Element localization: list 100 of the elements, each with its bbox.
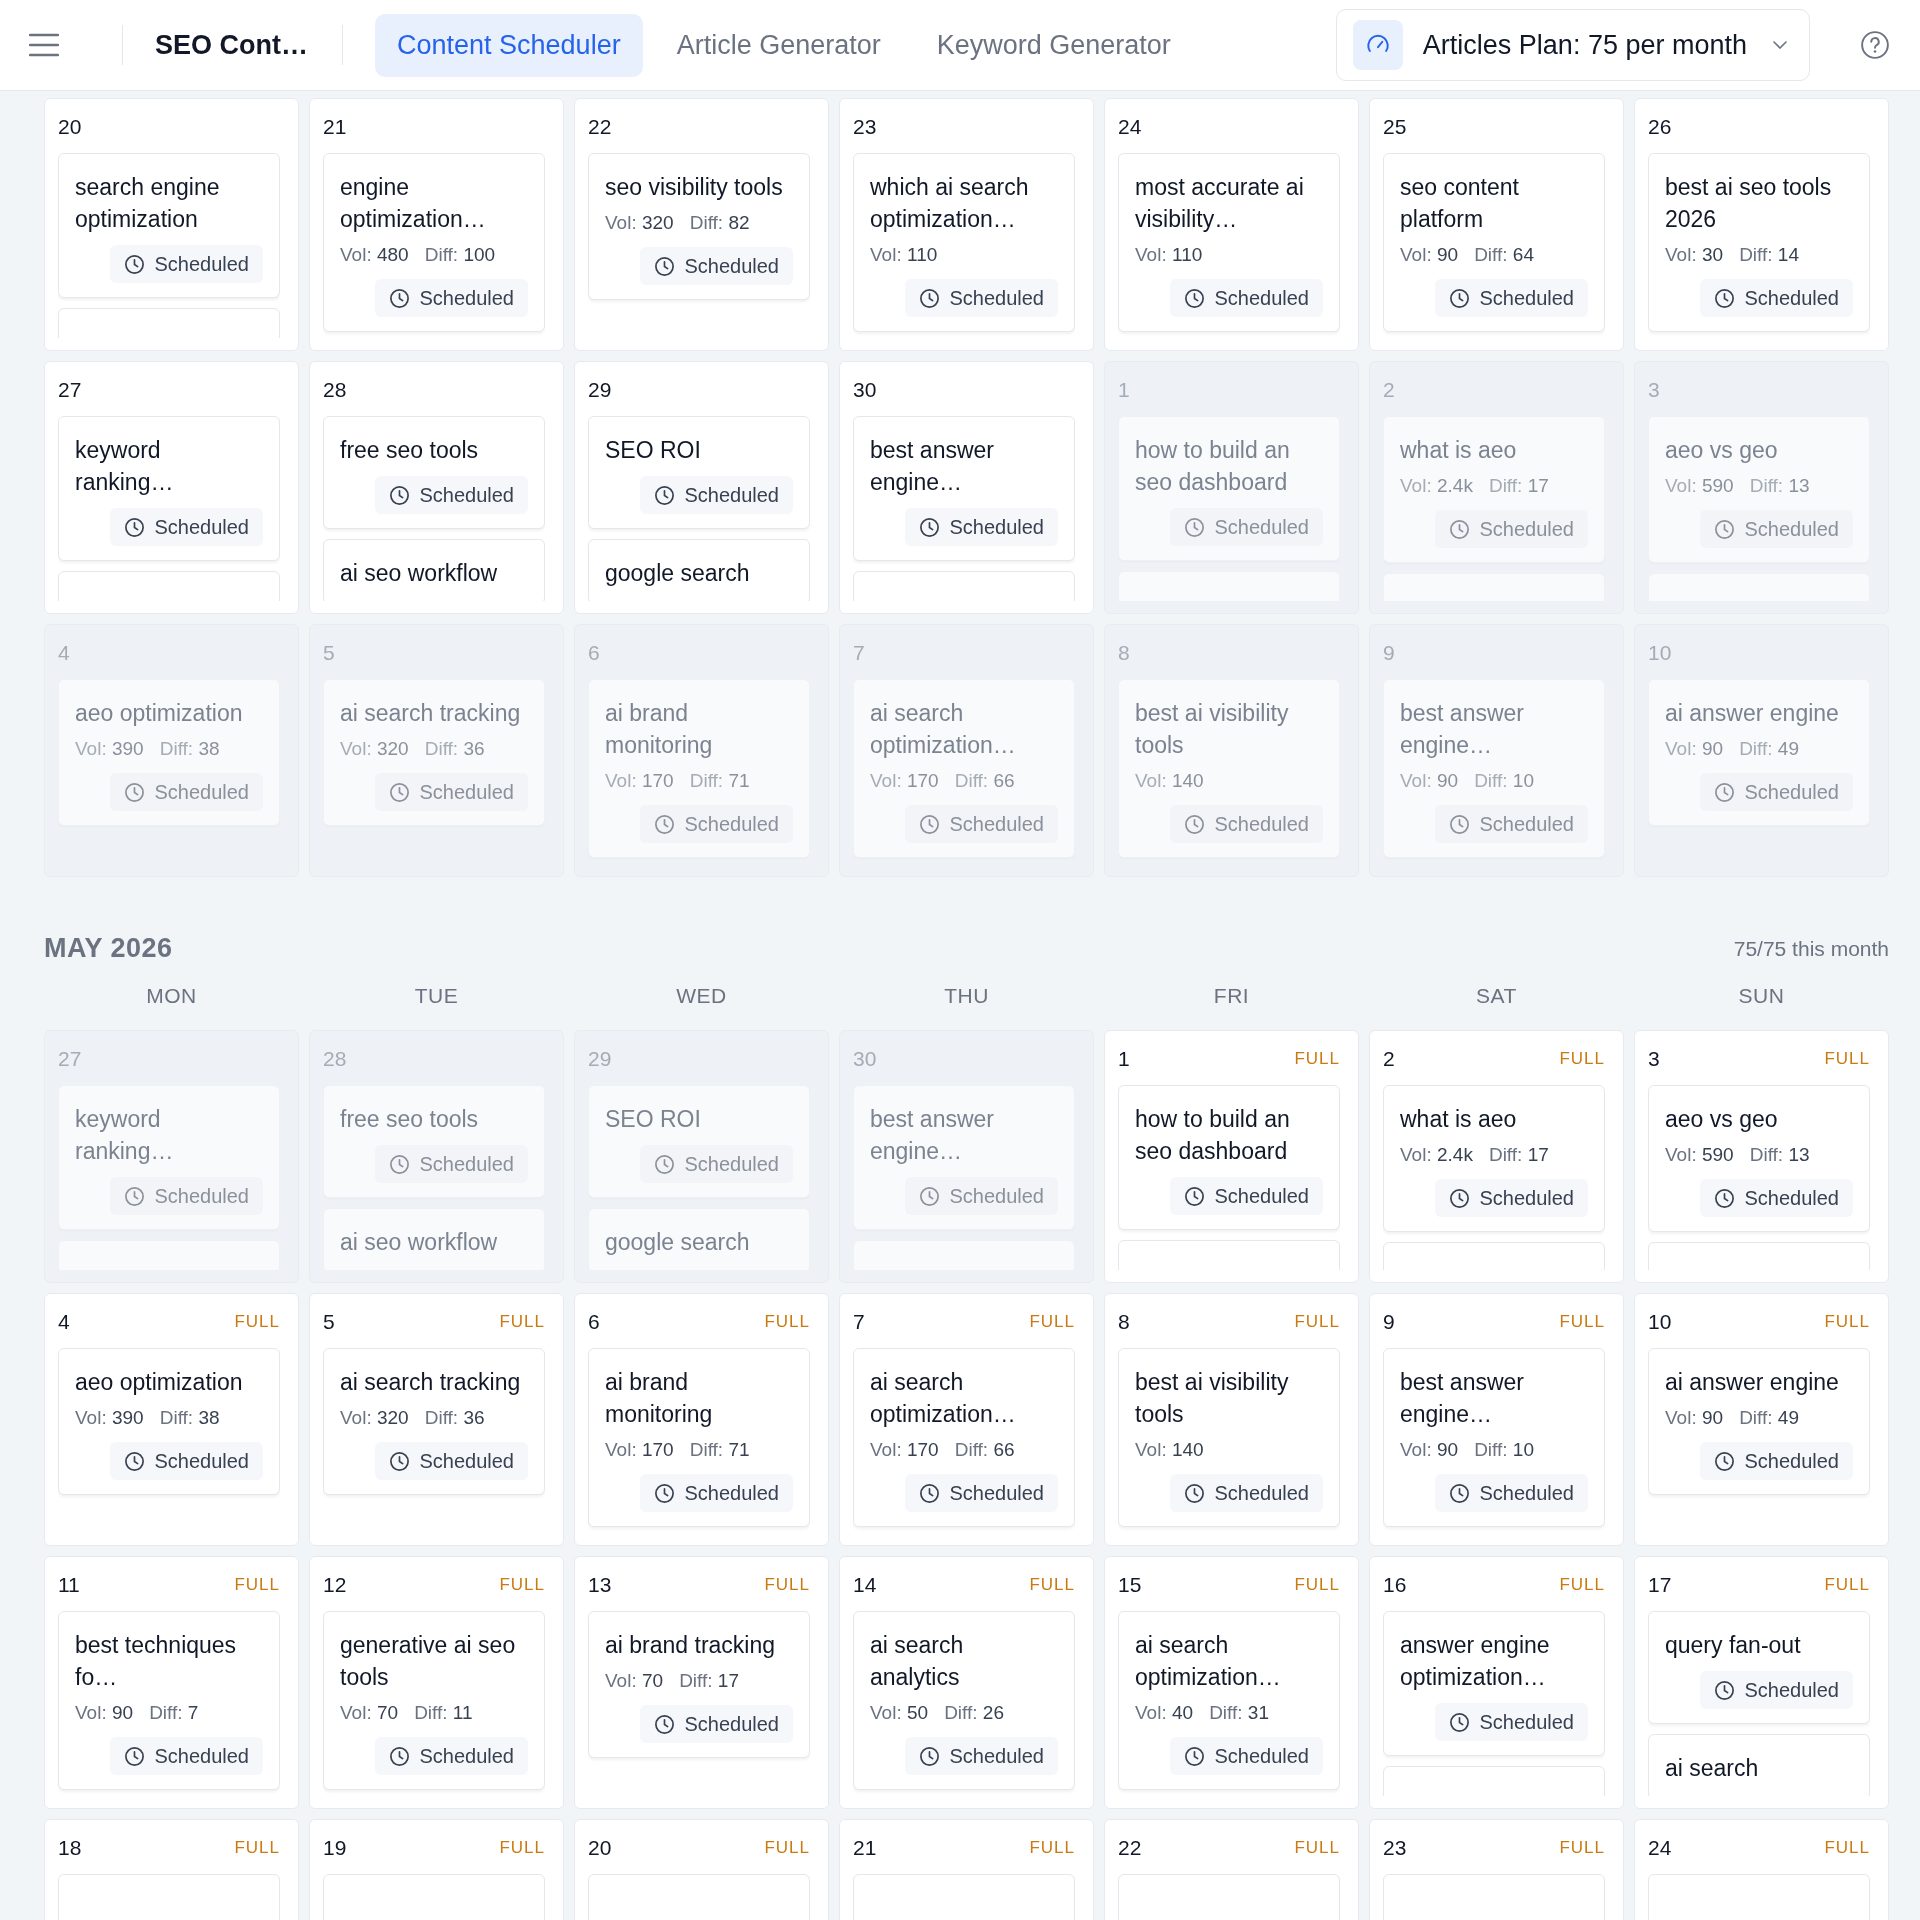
article-card[interactable]: keyword ranking… Scheduled [58,416,280,561]
article-card[interactable]: best answer engine… Vol: 90 Diff: 10 Scheduled [1383,1348,1605,1527]
day-number: 5 [323,1310,335,1334]
article-card[interactable]: aeo vs geo Vol: 590 Diff: 13 Scheduled [1648,416,1870,563]
article-card[interactable]: free seo tools Scheduled [323,1085,545,1198]
volume-stat: Vol: 90 [1665,737,1724,761]
volume-stat: Vol: 170 [605,769,674,793]
volume-stat: Vol: 2.4k [1400,474,1473,498]
article-card[interactable]: seo content platform Vol: 90 Diff: 64 Scheduled [1383,153,1605,332]
article-card[interactable]: aeo vs geo Vol: 590 Diff: 13 Scheduled [1648,1085,1870,1232]
article-card[interactable]: SEO ROI Scheduled [588,416,810,529]
article-card[interactable]: best techniques fo… Vol: 90 Diff: 7 Scheduled [58,1611,280,1790]
article-card[interactable]: seo visibility tools Vol: 320 Diff: 82 Scheduled [588,153,810,300]
article-card[interactable]: which ai search optimization… Vol: 110 Scheduled [853,153,1075,332]
difficulty-stat: Diff: 71 [689,769,750,793]
article-card[interactable]: best answer engine… Scheduled [853,416,1075,561]
article-card[interactable]: best answer engine… Vol: 90 Diff: 10 Scheduled [1383,679,1605,858]
article-card[interactable] [58,1874,280,1920]
month-title: MAY 2026 [44,933,173,964]
article-title: google search [605,559,751,588]
difficulty-stat: Diff: 7 [149,1701,199,1725]
article-card[interactable] [323,1874,545,1920]
article-card[interactable]: ai search optimization… Vol: 40 Diff: 31 Scheduled [1118,1611,1340,1790]
article-card[interactable] [853,1874,1075,1920]
article-card[interactable]: best ai visibility tools Vol: 140 Scheduled [1118,1348,1340,1527]
day-number: 12 [323,1573,347,1597]
article-card[interactable]: how to build an seo dashboard Scheduled [1118,416,1340,561]
nav-tab[interactable]: Content Scheduler [375,13,643,77]
full-label: FULL [1559,1312,1605,1332]
article-card[interactable]: ai seo workflow [323,539,545,601]
difficulty-stat: Diff: 64 [1474,243,1534,267]
weekday-label: SAT [1475,984,1518,1008]
article-card[interactable]: ai search optimization… Vol: 170 Diff: 66 Scheduled [853,679,1075,858]
article-card[interactable]: aeo optimization Vol: 390 Diff: 38 Scheduled [58,1348,280,1495]
difficulty-stat: Diff: 100 [424,243,496,267]
clock-icon [919,1482,941,1504]
volume-stat: Vol: 320 [340,737,409,761]
article-card[interactable]: engine optimization… Vol: 480 Diff: 100 Scheduled [323,153,545,332]
article-title: most accurate ai visibility… [1135,173,1305,234]
article-title: ai search optimization… [1135,1631,1282,1692]
article-card[interactable]: ai search tracking Vol: 320 Diff: 36 Scheduled [323,1348,545,1495]
article-card[interactable] [588,1874,810,1920]
article-title: best ai visibility tools [1135,699,1290,760]
day-number: 11 [58,1573,80,1597]
article-card[interactable]: what is aeo Vol: 2.4k Diff: 17 Scheduled [1383,416,1605,563]
article-card[interactable]: SEO ROI Scheduled [588,1085,810,1198]
clock-icon [1449,518,1471,540]
plan-dropdown[interactable]: Articles Plan: 75 per month [1335,9,1810,81]
day-number: 3 [1648,1047,1660,1071]
article-card[interactable]: how to build an seo dashboard Scheduled [1118,1085,1340,1230]
status-text: Scheduled [1214,286,1309,311]
article-title: ai seo workflow [340,559,499,588]
clock-icon [124,781,146,803]
article-card[interactable]: ai search optimization… Vol: 170 Diff: 66 Scheduled [853,1348,1075,1527]
article-card[interactable]: ai brand tracking Vol: 70 Diff: 17 Scheduled [588,1611,810,1758]
article-card[interactable]: best ai seo tools 2026 Vol: 30 Diff: 14 Scheduled [1648,153,1870,332]
article-card[interactable]: google search [588,539,810,601]
article-card[interactable]: ai search analytics Vol: 50 Diff: 26 Scheduled [853,1611,1075,1790]
nav-tab[interactable]: Keyword Generator [914,13,1193,77]
day-number: 20 [588,1836,612,1860]
article-card[interactable]: ai search [1648,1734,1870,1796]
article-card[interactable]: ai search tracking Vol: 320 Diff: 36 Scheduled [323,679,545,826]
status-text: Scheduled [1479,517,1574,542]
full-label: FULL [499,1838,545,1858]
article-card[interactable]: best answer engine… Scheduled [853,1085,1075,1230]
article-title: ai search tracking [340,1368,522,1397]
article-card[interactable]: best ai visibility tools Vol: 140 Scheduled [1118,679,1340,858]
clock-icon [389,1450,411,1472]
article-card[interactable] [1648,1874,1870,1920]
help-icon[interactable] [1860,30,1890,60]
article-card[interactable]: google search [588,1208,810,1270]
article-card[interactable]: generative ai seo tools Vol: 70 Diff: 11 Scheduled [323,1611,545,1790]
article-card[interactable]: ai answer engine Vol: 90 Diff: 49 Scheduled [1648,679,1870,826]
volume-stat: Vol: 590 [1665,1143,1734,1167]
full-label: FULL [1559,1838,1605,1858]
article-card[interactable]: keyword ranking… Scheduled [58,1085,280,1230]
article-card[interactable]: ai brand monitoring Vol: 170 Diff: 71 Scheduled [588,1348,810,1527]
article-card[interactable] [1118,1874,1340,1920]
day-number: 18 [58,1836,82,1860]
day-number: 7 [853,1310,865,1334]
article-card[interactable]: answer engine optimization… Scheduled [1383,1611,1605,1756]
article-card[interactable]: ai brand monitoring Vol: 170 Diff: 71 Scheduled [588,679,810,858]
day-number: 17 [1648,1573,1672,1597]
clock-icon [1449,813,1471,835]
article-card[interactable]: what is aeo Vol: 2.4k Diff: 17 Scheduled [1383,1085,1605,1232]
day-number: 4 [58,641,70,665]
day-number: 3 [1648,378,1660,402]
menu-icon[interactable] [29,33,59,57]
article-card[interactable]: query fan-out Scheduled [1648,1611,1870,1724]
article-card[interactable]: free seo tools Scheduled [323,416,545,529]
volume-stat: Vol: 90 [75,1701,134,1725]
article-title: best ai visibility tools [1135,1368,1290,1429]
article-title: best answer engine… [870,1105,995,1166]
article-card[interactable]: aeo optimization Vol: 390 Diff: 38 Scheduled [58,679,280,826]
article-card[interactable] [1383,1874,1605,1920]
article-card[interactable]: ai seo workflow [323,1208,545,1270]
article-card[interactable]: most accurate ai visibility… Vol: 110 Scheduled [1118,153,1340,332]
article-card[interactable]: ai answer engine Vol: 90 Diff: 49 Scheduled [1648,1348,1870,1495]
article-card[interactable]: search engine optimization Scheduled [58,153,280,298]
nav-tab[interactable]: Article Generator [654,13,903,77]
